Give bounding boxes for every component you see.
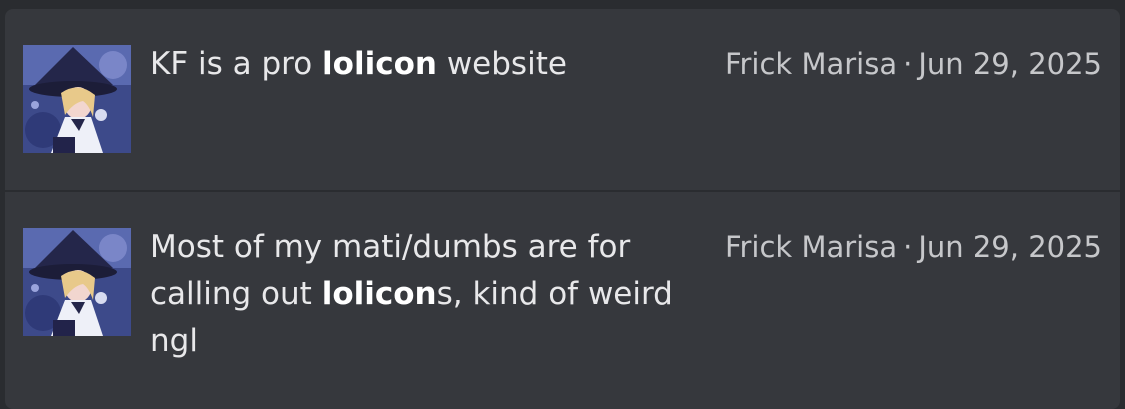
- avatar-image: [23, 228, 131, 336]
- search-result-item[interactable]: Most of my mati/dumbs are for calling ou…: [5, 192, 1120, 409]
- meta-separator: ·: [903, 47, 913, 81]
- result-snippet: Most of my mati/dumbs are for calling ou…: [150, 224, 690, 365]
- result-meta: Frick Marisa · Jun 29, 2025: [725, 224, 1102, 271]
- avatar[interactable]: [23, 228, 131, 336]
- search-result-item[interactable]: KF is a pro lolicon website Frick Marisa…: [5, 9, 1120, 190]
- avatar[interactable]: [23, 45, 131, 153]
- search-results-list: KF is a pro lolicon website Frick Marisa…: [5, 9, 1120, 409]
- result-meta: Frick Marisa · Jun 29, 2025: [725, 41, 1102, 88]
- author-link[interactable]: Frick Marisa: [725, 230, 897, 264]
- author-link[interactable]: Frick Marisa: [725, 47, 897, 81]
- result-snippet: KF is a pro lolicon website: [150, 41, 690, 88]
- post-date[interactable]: Jun 29, 2025: [918, 47, 1102, 81]
- highlighted-keyword: lolicon: [321, 276, 437, 312]
- post-date[interactable]: Jun 29, 2025: [918, 230, 1102, 264]
- avatar-image: [23, 45, 131, 153]
- highlighted-keyword: lolicon: [322, 46, 437, 82]
- snippet-text: KF is a pro: [150, 46, 323, 82]
- meta-separator: ·: [903, 230, 913, 264]
- snippet-text: website: [436, 46, 567, 82]
